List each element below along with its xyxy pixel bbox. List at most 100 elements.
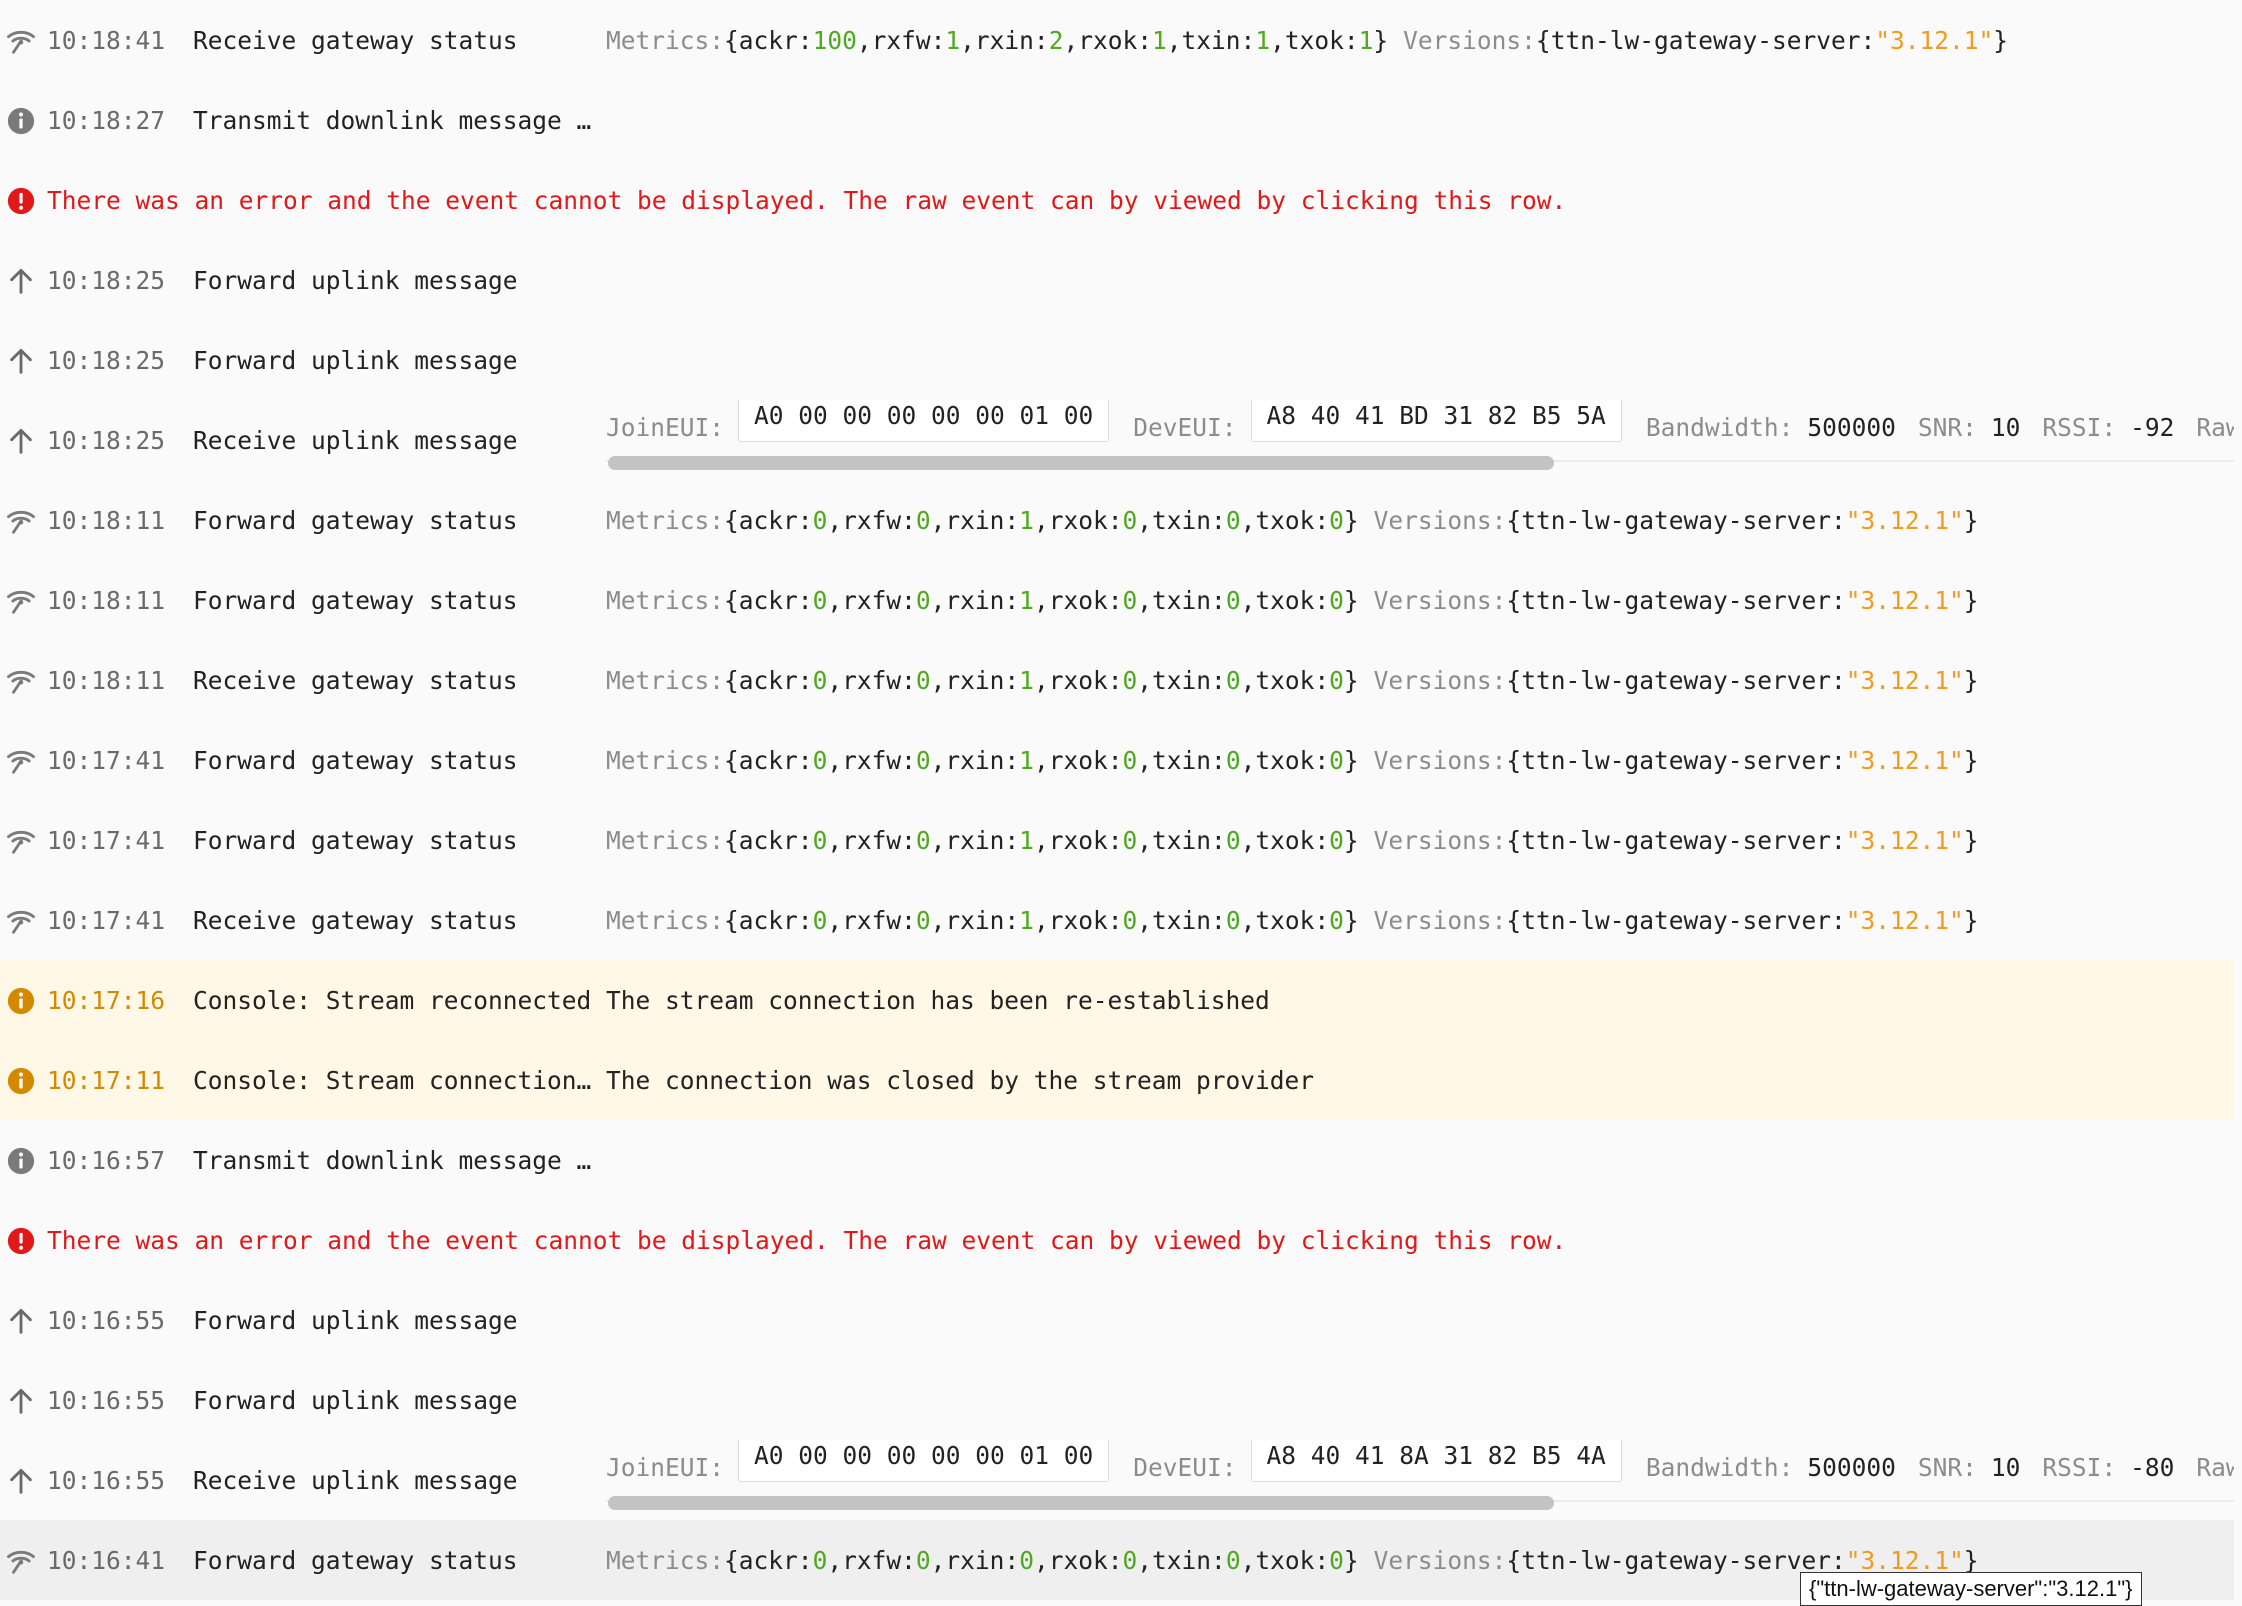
colon: : <box>901 905 916 935</box>
event-time: 10:16:57 <box>47 1145 166 1175</box>
error-icon <box>6 186 36 216</box>
event-row[interactable]: 10:16:55 Forward uplink message <box>0 1280 2234 1360</box>
colon: : <box>1314 505 1330 535</box>
event-message: The connection was closed by the stream … <box>606 1065 1315 1095</box>
brace: } <box>1963 585 1979 615</box>
event-row[interactable]: 10:17:41 Forward gateway status Metrics: {… <box>0 720 2234 800</box>
arrow-up-icon-graphic <box>10 1308 32 1334</box>
deveui-label: DevEUI: <box>1133 1452 1237 1482</box>
separator: , <box>930 585 946 615</box>
versions-label: Versions: <box>1373 745 1507 775</box>
colon: : <box>1107 745 1123 775</box>
brace: } <box>1963 665 1979 695</box>
scrollbar-thumb[interactable] <box>608 456 1554 470</box>
metric-key: rxin <box>945 505 1005 535</box>
metric-key: txin <box>1181 25 1241 55</box>
colon: : <box>901 825 916 855</box>
event-list: 10:18:41 Receive gateway status Metrics: {… <box>0 0 2242 1600</box>
colon: : <box>1211 745 1226 775</box>
colon: : <box>1211 505 1226 535</box>
metric-key: txok <box>1255 665 1315 695</box>
metric-value: 0 <box>1329 505 1344 535</box>
wifi-icon <box>6 826 36 856</box>
event-data: Metrics: { ackr: 0, rxfw: 0, rxin: 1, rx… <box>606 906 1979 935</box>
event-row[interactable]: 10:16:57 Transmit downlink message … <box>0 1120 2234 1200</box>
separator: , <box>827 1545 843 1575</box>
event-data: Metrics: { ackr: 0, rxfw: 0, rxin: 1, rx… <box>606 826 1979 855</box>
event-row[interactable]: There was an error and the event cannot … <box>0 1200 2234 1280</box>
metric-key: ackr <box>738 505 798 535</box>
version-key: ttn-lw-gateway-server <box>1521 745 1831 775</box>
event-row[interactable]: 10:16:55 Receive uplink message JoinEUI: A0… <box>0 1440 2234 1520</box>
separator: , <box>930 905 946 935</box>
colon: : <box>1830 825 1846 855</box>
colon: : <box>797 1545 813 1575</box>
event-type: Transmit downlink message … <box>193 1145 592 1175</box>
metric-key: rxfw <box>842 825 902 855</box>
event-time: 10:18:25 <box>47 425 166 455</box>
colon: : <box>1830 905 1846 935</box>
version-value: "3.12.1" <box>1845 665 1964 695</box>
arrow-up-icon <box>6 266 36 296</box>
info-icon-graphic <box>7 1147 35 1175</box>
scrollbar-thumb[interactable] <box>608 1496 1554 1510</box>
metric-key: txok <box>1284 25 1344 55</box>
event-type: Transmit downlink message … <box>193 105 592 135</box>
metric-value: 0 <box>1329 745 1344 775</box>
colon: : <box>1211 585 1226 615</box>
event-data: Metrics: { ackr: 0, rxfw: 0, rxin: 1, rx… <box>606 666 1979 695</box>
brace: } <box>1343 905 1359 935</box>
metric-value: 0 <box>915 825 931 855</box>
metric-value: 0 <box>1225 745 1241 775</box>
colon: : <box>1137 25 1152 55</box>
event-row[interactable]: 10:18:41 Receive gateway status Metrics: {… <box>0 0 2234 80</box>
metric-value: 0 <box>812 745 828 775</box>
event-row[interactable]: 10:18:11 Forward gateway status Metrics: {… <box>0 560 2234 640</box>
event-data: Metrics: { ackr: 0, rxfw: 0, rxin: 1, rx… <box>606 746 1979 775</box>
event-row[interactable]: 10:17:11 Console: Stream connection… The c… <box>0 1040 2234 1120</box>
wifi-icon-graphic <box>7 910 35 934</box>
separator: , <box>930 505 946 535</box>
event-row[interactable]: 10:16:55 Forward uplink message <box>0 1360 2234 1440</box>
brace: } <box>1963 505 1979 535</box>
brace: { <box>1535 25 1551 55</box>
event-row[interactable]: 10:18:11 Receive gateway status Metrics: {… <box>0 640 2234 720</box>
metric-key: txok <box>1255 505 1315 535</box>
arrow-up-icon-graphic <box>10 1388 32 1414</box>
event-row[interactable]: There was an error and the event cannot … <box>0 160 2234 240</box>
metric-key: rxfw <box>842 1545 902 1575</box>
event-row[interactable]: 10:18:27 Transmit downlink message … <box>0 80 2234 160</box>
metrics-label: Metrics: <box>606 1545 725 1575</box>
joineui-value[interactable]: A0 00 00 00 00 00 01 00 <box>738 400 1110 442</box>
event-row[interactable]: 10:18:25 Forward uplink message <box>0 240 2234 320</box>
wifi-icon-graphic <box>7 510 35 534</box>
event-row[interactable]: 10:17:16 Console: Stream reconnected The s… <box>0 960 2234 1040</box>
metric-value: 0 <box>1122 905 1138 935</box>
event-type: Forward gateway status <box>193 505 518 535</box>
deveui-value[interactable]: A8 40 41 8A 31 82 B5 4A <box>1250 1440 1622 1482</box>
separator: , <box>1137 505 1153 535</box>
event-row[interactable]: 10:18:25 Forward uplink message <box>0 320 2234 400</box>
event-row[interactable]: 10:17:41 Forward gateway status Metrics: {… <box>0 800 2234 880</box>
event-row[interactable]: 10:18:25 Receive uplink message JoinEUI: A0… <box>0 400 2234 480</box>
brace: { <box>724 825 739 855</box>
metrics-label: Metrics: <box>606 505 725 535</box>
separator: , <box>930 1545 946 1575</box>
rssi-value: -80 <box>2130 1452 2175 1482</box>
metric-value: 1 <box>1358 25 1374 55</box>
event-time: 10:18:25 <box>47 265 166 295</box>
brace: { <box>724 1545 739 1575</box>
deveui-value[interactable]: A8 40 41 BD 31 82 B5 5A <box>1250 400 1622 442</box>
event-row[interactable]: 10:18:11 Forward gateway status Metrics: {… <box>0 480 2234 560</box>
event-time: 10:16:55 <box>47 1465 166 1495</box>
versions-label: Versions: <box>1373 665 1507 695</box>
joineui-value[interactable]: A0 00 00 00 00 00 01 00 <box>738 1440 1110 1482</box>
error-icon-graphic <box>7 1227 35 1255</box>
event-type: Forward uplink message <box>193 345 518 375</box>
metric-key: txin <box>1152 665 1212 695</box>
event-row[interactable]: 10:17:41 Receive gateway status Metrics: {… <box>0 880 2234 960</box>
brace: { <box>1506 665 1522 695</box>
brace: { <box>1506 1545 1522 1575</box>
metrics-label: Metrics: <box>606 745 725 775</box>
separator: , <box>1033 825 1049 855</box>
